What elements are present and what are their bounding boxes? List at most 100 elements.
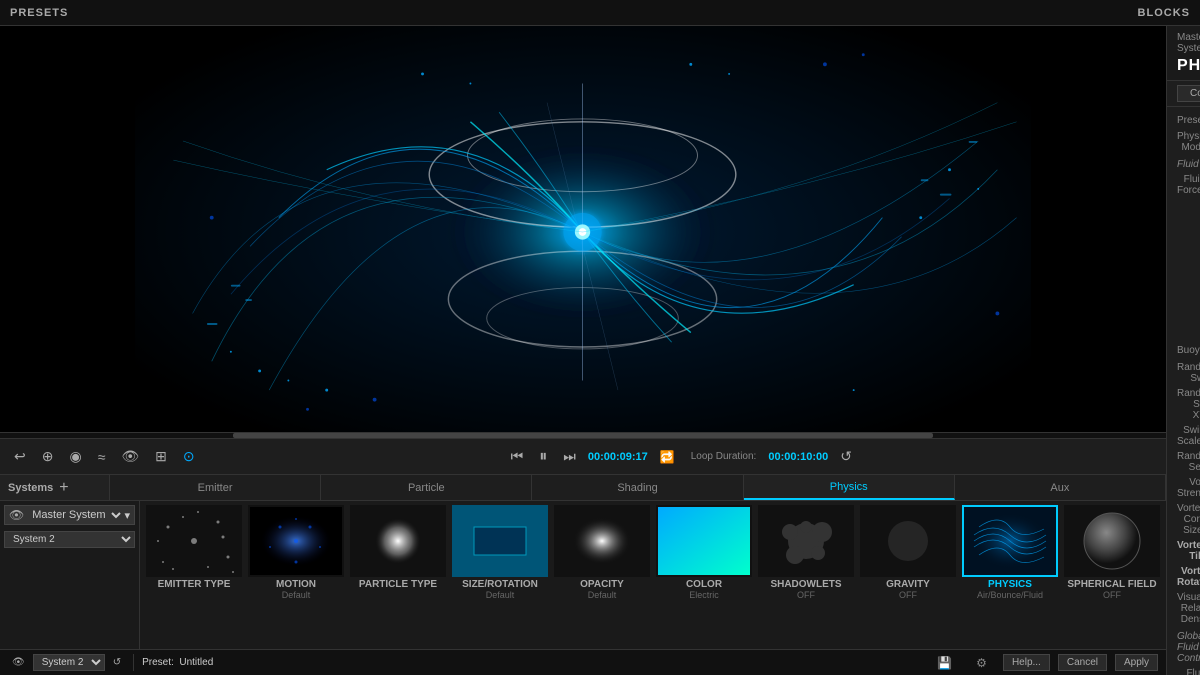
go-start-btn[interactable]: ⏮	[507, 446, 528, 467]
thumb-opacity[interactable]: OPACITY Default	[552, 505, 652, 600]
rp-body: Preset: Air/Bounce/Fluid 📥 Physics Model…	[1167, 107, 1200, 675]
status-eye-btn[interactable]: 👁	[8, 655, 29, 670]
thumb-emitter-type[interactable]: EMITTER TYPE	[144, 505, 244, 590]
physics-model-label: Physics Model:	[1177, 131, 1200, 153]
global-fluid-header: Global Fluid Controls	[1167, 627, 1200, 666]
vortex-strength-label: Vortex Strength:	[1177, 477, 1200, 499]
rp-title: PHYSICS	[1177, 57, 1200, 75]
fluid-force-row: Fluid Force: Vortex Tube	[1167, 172, 1200, 198]
eye-icon: 👁	[9, 508, 24, 522]
vortex-rotate-row: Vortex Rotate: 0x+57.0°	[1167, 564, 1200, 590]
thumb-color-sublabel: Electric	[689, 590, 719, 600]
play-pause-btn[interactable]: ⏸	[535, 446, 551, 468]
thumb-spherical-sublabel: OFF	[1103, 590, 1121, 600]
vortex-core-size-label: Vortex Core Size:	[1177, 503, 1200, 536]
system-selector: 👁 Master System ▾ System 2	[0, 501, 140, 649]
timeline-bar: ↩ ⊕ ◉ ≈ 👁 ⊞ ⊙ ⏮ ⏸ ⏭ 00:00:09:17 🔁 Loop D…	[0, 438, 1166, 474]
cancel-btn[interactable]: Cancel	[1058, 654, 1107, 671]
rp-copy-paste-area: Copy Paste	[1167, 81, 1200, 107]
bottom-panel: Systems + Emitter Particle Shading Physi…	[0, 474, 1166, 649]
main-layout: ↩ ⊕ ◉ ≈ 👁 ⊞ ⊙ ⏮ ⏸ ⏭ 00:00:09:17 🔁 Loop D…	[0, 26, 1200, 675]
vortex-tilt-row: Vortex Tilt: 0x+11.0°	[1167, 538, 1200, 564]
loop-reset-btn[interactable]: ↺	[836, 446, 856, 467]
tab-particle[interactable]: Particle	[321, 475, 532, 500]
right-panel: Master System PHYSICS ↺ Copy Paste Prese…	[1166, 26, 1200, 675]
thumb-spherical[interactable]: SPHERICAL FIELD OFF	[1062, 505, 1162, 600]
copy-btn[interactable]: Copy	[1177, 85, 1200, 102]
thumb-motion[interactable]: MOTION Default	[246, 505, 346, 600]
system2-select[interactable]: System 2	[4, 531, 135, 548]
swirl-scale-row: Swirl Scale: 10.00	[1167, 423, 1200, 449]
wave-btn[interactable]: ≈	[94, 447, 110, 467]
vortex-core-size-row: Vortex Core Size: 50%	[1167, 501, 1200, 538]
viewport-canvas	[0, 26, 1166, 438]
master-system-select[interactable]: Master System	[28, 508, 124, 522]
thumb-motion-label: MOTION	[276, 579, 316, 590]
status-right-actions: 💾 ⚙ Help... Cancel Apply	[929, 654, 1158, 672]
thumb-size-sublabel: Default	[486, 590, 515, 600]
random-swirl-row: Random Swirl: XYZ Linked	[1167, 360, 1200, 386]
thumb-particle-type-label: PARTICLE TYPE	[359, 579, 437, 590]
thumb-spherical-label: SPHERICAL FIELD	[1067, 579, 1156, 590]
visualize-density-row: Visualize Relative Density: Off	[1167, 590, 1200, 627]
thumb-gravity-label: GRAVITY	[886, 579, 930, 590]
undo-btn[interactable]: ↩	[10, 446, 30, 467]
vortex-strength-row: Vortex Strength: 100	[1167, 475, 1200, 501]
help-btn[interactable]: Help...	[1003, 654, 1050, 671]
eye-btn[interactable]: 👁	[117, 446, 143, 467]
random-swirl-xyz-row: Random Swirl XYZ: 40.00	[1167, 386, 1200, 423]
loop-icon: 🔁	[660, 450, 675, 464]
physics-model-row: Physics Model: Fluid	[1167, 129, 1200, 155]
thumb-size-rotation[interactable]: SIZE/ROTATION Default	[450, 505, 550, 600]
tab-shading[interactable]: Shading	[532, 475, 743, 500]
presets-row: 👁 Master System ▾ System 2	[0, 501, 1166, 649]
viewport-scrollbar[interactable]	[0, 432, 1166, 438]
status-preset-label: Preset: Untitled	[142, 657, 213, 668]
fluid-section-header: Fluid	[1167, 155, 1200, 172]
preset-label-text: Preset:	[142, 657, 174, 668]
tab-emitter[interactable]: Emitter	[110, 475, 321, 500]
blocks-label[interactable]: BLOCKS	[1138, 7, 1190, 19]
panel-header-row: Systems + Emitter Particle Shading Physi…	[0, 475, 1166, 501]
status-system-dropdown[interactable]: System 2	[33, 654, 105, 671]
swirl-scale-label: Swirl Scale:	[1177, 425, 1200, 447]
master-system-dropdown[interactable]: 👁 Master System ▾	[4, 505, 135, 525]
vortex-rotate-label: Vortex Rotate:	[1177, 566, 1200, 588]
add-system-btn[interactable]: +	[59, 479, 68, 497]
rp-system-label: Master System	[1177, 32, 1190, 54]
thumb-emitter-type-label: EMITTER TYPE	[158, 579, 231, 590]
presets-label[interactable]: PRESETS	[10, 7, 68, 19]
status-reset-btn[interactable]: ↺	[109, 655, 125, 670]
thumb-size-label: SIZE/ROTATION	[462, 579, 538, 590]
tab-physics[interactable]: Physics	[744, 475, 955, 500]
grid-btn[interactable]: ⊞	[151, 446, 171, 467]
thumb-shadowlets[interactable]: SHADOWLETS OFF	[756, 505, 856, 600]
systems-text: Systems	[8, 482, 53, 494]
apply-btn[interactable]: Apply	[1115, 654, 1158, 671]
left-panel: ↩ ⊕ ◉ ≈ 👁 ⊞ ⊙ ⏮ ⏸ ⏭ 00:00:09:17 🔁 Loop D…	[0, 26, 1166, 675]
thumb-color[interactable]: COLOR Electric	[654, 505, 754, 600]
save-preset-icon-btn[interactable]: 💾	[929, 654, 960, 672]
tab-group: Emitter Particle Shading Physics Aux	[110, 475, 1166, 500]
record-btn[interactable]: ⊕	[38, 446, 58, 467]
random-seed-label: Random Seed:	[1177, 451, 1200, 473]
go-end-btn[interactable]: ⏭	[559, 446, 580, 467]
vortex-tilt-label: Vortex Tilt:	[1177, 540, 1200, 562]
random-seed-row: Random Seed: 0	[1167, 449, 1200, 475]
thumbnail-strip: EMITTER TYPE	[140, 501, 1166, 649]
tab-aux[interactable]: Aux	[955, 475, 1166, 500]
settings-icon-btn[interactable]: ⚙	[968, 654, 995, 672]
current-time: 00:00:09:17	[588, 451, 648, 463]
thumb-physics-sublabel: Air/Bounce/Fluid	[977, 590, 1043, 600]
random-swirl-label: Random Swirl:	[1177, 362, 1200, 384]
target-btn[interactable]: ⊙	[179, 446, 199, 467]
thumb-shadowlets-label: SHADOWLETS	[770, 579, 841, 590]
audio-btn[interactable]: ◉	[65, 446, 85, 467]
thumb-physics[interactable]: PHYSICS Air/Bounce/Fluid	[960, 505, 1060, 600]
thumb-particle-type[interactable]: PARTICLE TYPE	[348, 505, 448, 590]
system-row2: System 2	[4, 531, 135, 548]
fluid-force-popup-area: Buoyancy & Swirl Only Vortex Ring Vortex…	[1167, 200, 1200, 336]
thumb-gravity[interactable]: GRAVITY OFF	[858, 505, 958, 600]
loop-time: 00:00:10:00	[768, 451, 828, 463]
buoyancy-label: Buoyancy:	[1177, 345, 1200, 356]
